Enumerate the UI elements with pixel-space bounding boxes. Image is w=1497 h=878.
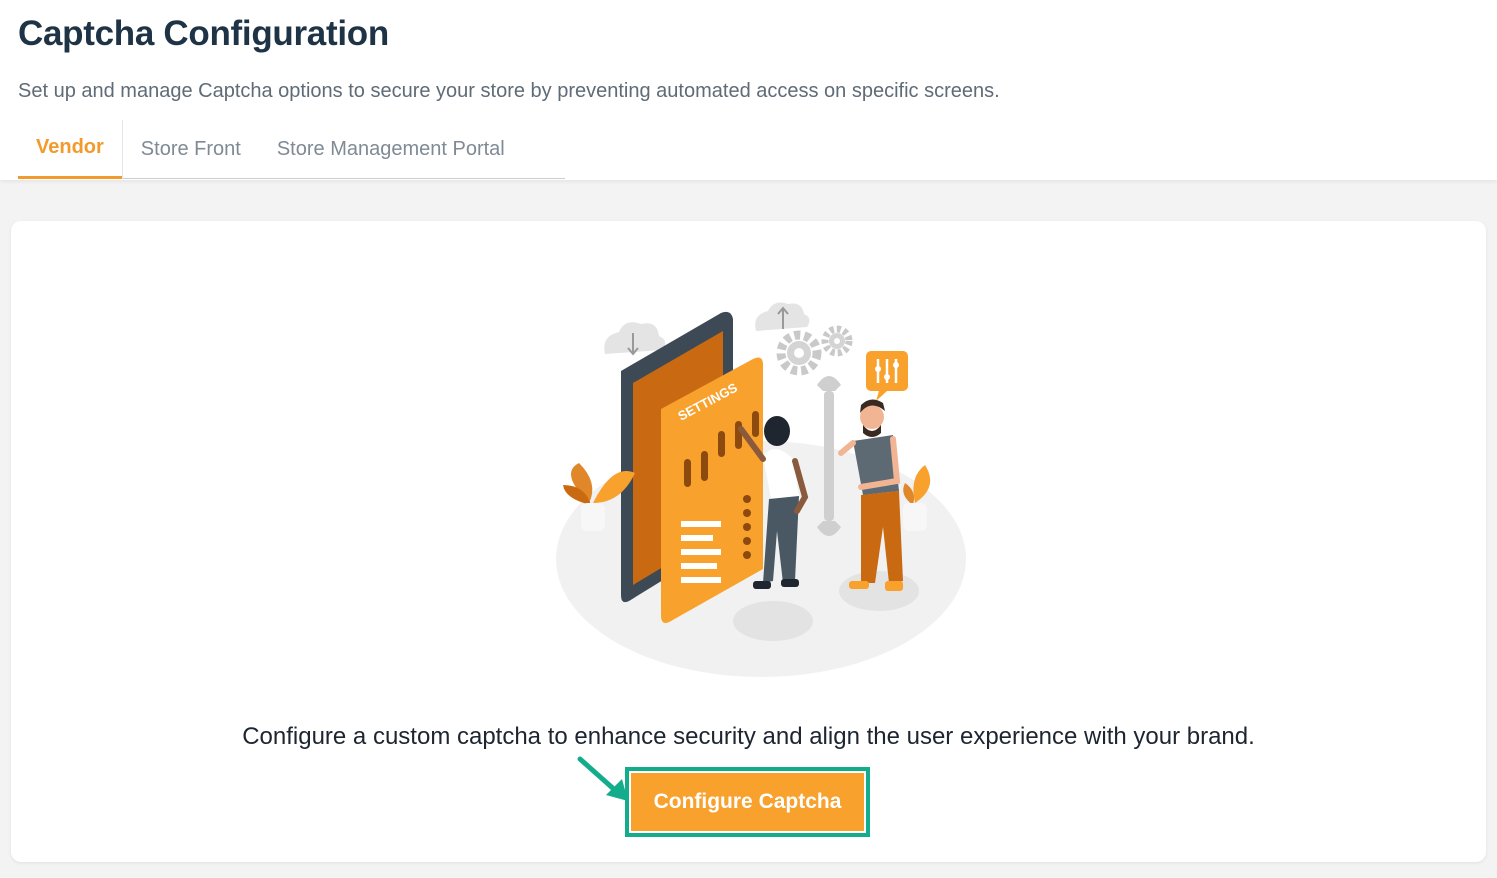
page-title: Captcha Configuration [18, 14, 389, 53]
tab-label: Store Management Portal [276, 138, 505, 160]
tab-label: Vendor [36, 135, 104, 158]
gear-icon [776, 325, 853, 376]
tab-label: Store Front [140, 138, 241, 160]
tab-store-management-portal[interactable]: Store Management Portal [259, 120, 523, 179]
floor-spot-woman [733, 601, 813, 641]
settings-illustration: SETTINGS [556, 302, 966, 677]
cloud-download-icon [604, 322, 666, 356]
content-card: SETTINGS Configure a custom captcha to e… [11, 221, 1486, 862]
tab-store-front[interactable]: Store Front [123, 120, 259, 179]
card-description: Configure a custom captcha to enhance se… [242, 723, 1255, 750]
configure-captcha-button[interactable]: Configure Captcha [631, 773, 864, 831]
tab-bar: Vendor Store Front Store Management Port… [18, 120, 565, 179]
sliders-icon [866, 351, 908, 401]
page-subtitle: Set up and manage Captcha options to sec… [18, 80, 1000, 102]
cloud-upload-icon [755, 302, 810, 331]
tab-vendor[interactable]: Vendor [18, 120, 122, 179]
floor-spot-man [839, 571, 919, 611]
page-header: Captcha Configuration Set up and manage … [0, 0, 1497, 180]
